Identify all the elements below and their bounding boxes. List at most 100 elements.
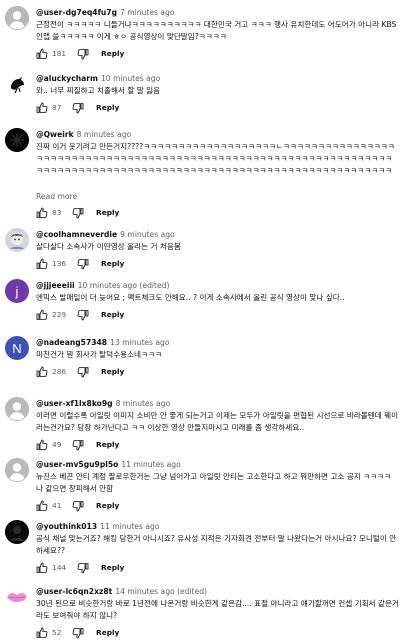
avatar-letter: j [15,283,19,299]
comment-meta: @user-mv5gu9pl5o 11 minutes ago [36,458,399,471]
avatar[interactable]: j [5,279,29,303]
author-handle[interactable]: @aluckycharm [36,74,98,83]
avatar[interactable] [5,128,29,152]
dislike-icon[interactable] [72,101,84,115]
comment-meta: @nadeang57348 13 minutes ago [36,336,399,349]
like-icon[interactable] [36,257,48,271]
avatar[interactable] [5,585,29,609]
dark-silhouette-icon [5,520,29,544]
comment-actions: 181 Reply [36,47,336,61]
reply-button[interactable]: Reply [96,626,119,640]
like-icon[interactable] [36,499,48,513]
comment-actions: 144 Reply [36,561,336,575]
dislike-icon[interactable] [72,626,84,640]
like-count: 87 [52,103,62,113]
like-icon[interactable] [36,561,48,575]
reply-button[interactable]: Reply [96,101,119,115]
avatar[interactable] [5,458,29,482]
author-handle[interactable]: @jjjeeeiii [36,281,75,290]
avatar[interactable] [5,520,29,544]
comment-meta: @jjjeeeiii 10 minutes ago (edited) [36,279,399,292]
timestamp[interactable]: 10 minutes ago [101,74,160,83]
avatar[interactable]: N [5,336,29,360]
timestamp[interactable]: 8 minutes ago [77,130,132,139]
comment-meta: @coolhamneverdie 9 minutes ago [36,228,399,241]
reply-button[interactable]: Reply [96,438,119,452]
author-handle[interactable]: @user-lc6qn2xz8t [36,587,112,596]
author-handle[interactable]: @nadeang57348 [36,338,107,347]
comment-actions: 52 Reply [36,626,336,640]
author-handle[interactable]: @youthink013 [36,522,97,531]
author-handle[interactable]: @user-xf1lx8ko9g [36,399,113,408]
reply-button[interactable]: Reply [101,47,124,61]
dislike-icon[interactable] [72,499,84,513]
like-icon[interactable] [36,365,48,379]
like-count: 41 [52,501,62,511]
timestamp[interactable]: 9 minutes ago [120,230,175,239]
dislike-icon[interactable] [77,308,89,322]
like-icon[interactable] [36,308,48,322]
comment-meta: @Qweirk 8 minutes ago [36,128,399,141]
timestamp[interactable]: 7 minutes ago [120,8,175,17]
comment-text: 엔믹스 발매일이 더 늦어요 ; 팩트체크도 안해요.. ? 이게 소속사에서 … [36,293,345,302]
like-count: 286 [52,367,67,377]
comment-meta: @user-xf1lx8ko9g 8 minutes ago [36,397,399,410]
default-person-icon [5,397,29,421]
timestamp[interactable]: 14 minutes ago (edited) [115,587,207,596]
avatar[interactable] [5,6,29,30]
timestamp[interactable]: 8 minutes ago [116,399,171,408]
author-handle[interactable]: @user-dg7eq4fu7g [36,8,117,17]
avatar-letter: N [12,340,22,356]
comment-text: 이러면 이럴수록 아일릿 이미지 소비만 안 좋게 되는거고 이제는 모두가 아… [36,411,399,433]
reply-button[interactable]: Reply [101,308,124,322]
comment-meta: @user-dg7eq4fu7g 7 minutes ago [36,6,399,19]
like-icon[interactable] [36,626,48,640]
bird-icon [5,72,29,96]
comment-text: 뉴진스 베끈 안티 계정 팔로우한거는 그냥 넘어가고 아일릿 안티는 고소한다… [36,472,394,494]
avatar[interactable] [5,228,29,252]
reply-button[interactable]: Reply [101,561,124,575]
comment-text: 공식 채널 맞는거죠? 해킹 당한거 아니시죠? 유사성 지적은 기자회견 전부… [36,534,397,556]
like-icon[interactable] [36,206,48,220]
comment-actions: 136 Reply [36,257,336,271]
dark-pattern-icon [5,128,29,152]
default-person-icon [5,6,29,30]
author-handle[interactable]: @user-mv5gu9pl5o [36,460,118,469]
dislike-icon[interactable] [77,365,89,379]
like-icon[interactable] [36,438,48,452]
reply-button[interactable]: Reply [96,499,119,513]
timestamp[interactable]: 10 minutes ago (edited) [78,281,170,290]
comment-meta: @user-lc6qn2xz8t 14 minutes ago (edited) [36,585,399,598]
dislike-icon[interactable] [77,47,89,61]
comment-text: 진짜 이거 웃기려고 만든거지????ㅋㅋㅋㅋㅋㅋㅋㅋㅋㅋㅋㅋㅋㅋㅋㅋㅋㅋㅋㄴㅋ… [36,142,395,176]
default-person-icon [5,458,29,482]
timestamp[interactable]: 13 minutes ago [110,338,169,347]
reply-button[interactable]: Reply [101,365,124,379]
timestamp[interactable]: 11 minutes ago [100,522,159,531]
like-icon[interactable] [36,47,48,61]
reply-button[interactable]: Reply [96,206,119,220]
avatar[interactable] [5,72,29,96]
read-more-link[interactable]: Read more [36,191,77,203]
dislike-icon[interactable] [72,438,84,452]
comment-text: 와.. 너무 찌질하고 치졸해서 할 말 잃음 [36,86,161,95]
character-icon [5,228,29,252]
pink-lips-icon [5,585,29,609]
dislike-icon[interactable] [72,206,84,220]
avatar[interactable] [5,397,29,421]
comment-actions: 286 Reply [36,365,336,379]
like-icon[interactable] [36,101,48,115]
like-count: 83 [52,207,62,217]
like-count: 229 [52,310,67,320]
timestamp[interactable]: 11 minutes ago [121,460,180,469]
like-count: 136 [52,259,67,269]
dislike-icon[interactable] [77,561,89,575]
comment-meta: @youthink013 11 minutes ago [36,520,399,533]
author-handle[interactable]: @Qweirk [36,130,74,139]
like-count: 144 [52,563,67,573]
like-count: 49 [52,440,62,450]
author-handle[interactable]: @coolhamneverdie [36,230,117,239]
dislike-icon[interactable] [77,257,89,271]
comment-text: 미친건가 뭔 회사가 탈덕수용소네ㅋㅋㅋ [36,350,163,359]
reply-button[interactable]: Reply [101,257,124,271]
